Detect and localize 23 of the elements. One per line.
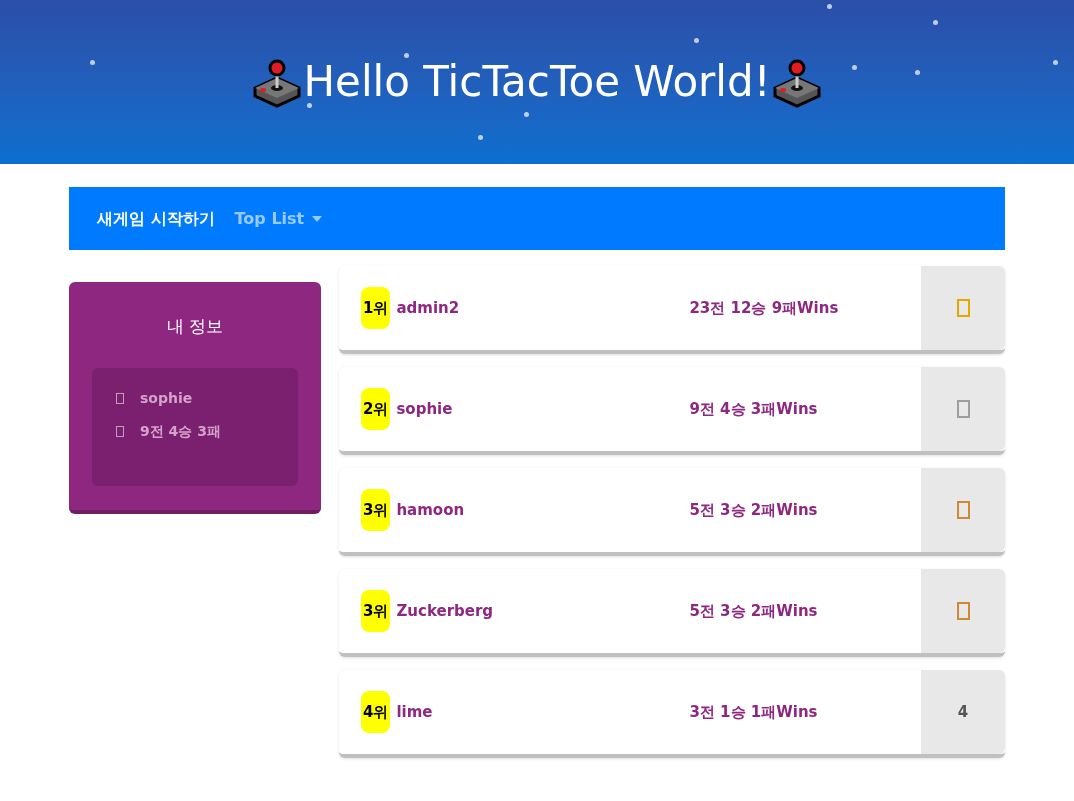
- caret-icon: [312, 215, 323, 222]
- player-record: 9전 4승 3패Wins: [689, 398, 819, 420]
- rank-badge: 3위: [361, 488, 391, 532]
- rank-badge: 1위: [361, 286, 391, 330]
- player-name: sophie: [396, 398, 454, 420]
- rank-badge: 4위: [361, 690, 391, 734]
- player-record: 5전 3승 2패Wins: [689, 600, 819, 622]
- rank-badge: 2위: [361, 387, 391, 431]
- player-record: 3전 1승 1패Wins: [689, 701, 819, 723]
- player-record: 5전 3승 2패Wins: [689, 499, 819, 521]
- top-list-dropdown[interactable]: Top List: [234, 206, 323, 231]
- player-name: hamoon: [396, 499, 466, 521]
- new-game-link[interactable]: 새게임 시작하기: [97, 206, 215, 231]
- player-record: 23전 12승 9패Wins: [689, 297, 840, 319]
- player-name: Zuckerberg: [396, 600, 495, 622]
- rank-number: 4: [957, 701, 969, 723]
- page-title: Hello TicTacToe World!: [303, 61, 771, 103]
- username: sophie: [140, 388, 193, 408]
- player-name: lime: [396, 701, 434, 723]
- record-text: 9전 4승 3패: [140, 421, 221, 441]
- rank-badge: 3위: [361, 589, 391, 633]
- card-title: 내 정보: [165, 315, 225, 338]
- player-name: admin2: [396, 297, 461, 319]
